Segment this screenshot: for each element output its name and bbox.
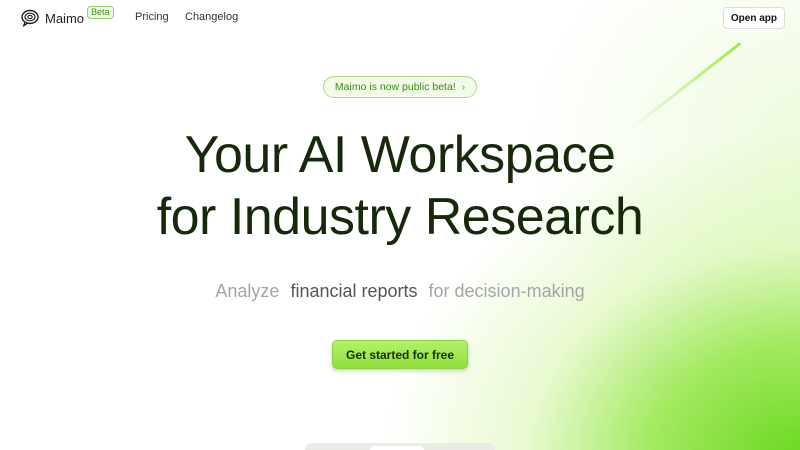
- get-started-button[interactable]: Get started for free: [332, 340, 468, 369]
- subtitle-prefix: Analyze: [215, 281, 280, 301]
- hero-title: Your AI Workspace for Industry Research: [0, 124, 800, 248]
- chevron-right-icon: ›: [461, 81, 466, 93]
- announcement-text: Maimo is now public beta!: [334, 81, 456, 93]
- open-app-button[interactable]: Open app: [722, 7, 785, 29]
- subtitle-highlight: financial reports: [290, 281, 418, 301]
- brand-logo[interactable]: Maimo: [20, 8, 84, 28]
- app-preview-tab: [370, 446, 424, 450]
- hero-title-line-2: for Industry Research: [156, 188, 644, 246]
- nav-link-pricing[interactable]: Pricing: [135, 11, 169, 23]
- maimo-logo-icon: [21, 9, 39, 27]
- brand-name: Maimo: [45, 10, 85, 26]
- nav-link-changelog[interactable]: Changelog: [185, 11, 238, 23]
- top-navbar: Maimo Beta Pricing Changelog Open app: [0, 0, 800, 36]
- hero-subtitle: Analyze financial reports for decision-m…: [0, 281, 800, 302]
- subtitle-suffix: for decision-making: [428, 281, 585, 301]
- beta-badge: Beta: [87, 6, 114, 19]
- hero-title-line-1: Your AI Workspace: [184, 126, 616, 184]
- announcement-pill[interactable]: Maimo is now public beta! ›: [323, 76, 477, 98]
- light-streak-decoration: [629, 42, 742, 131]
